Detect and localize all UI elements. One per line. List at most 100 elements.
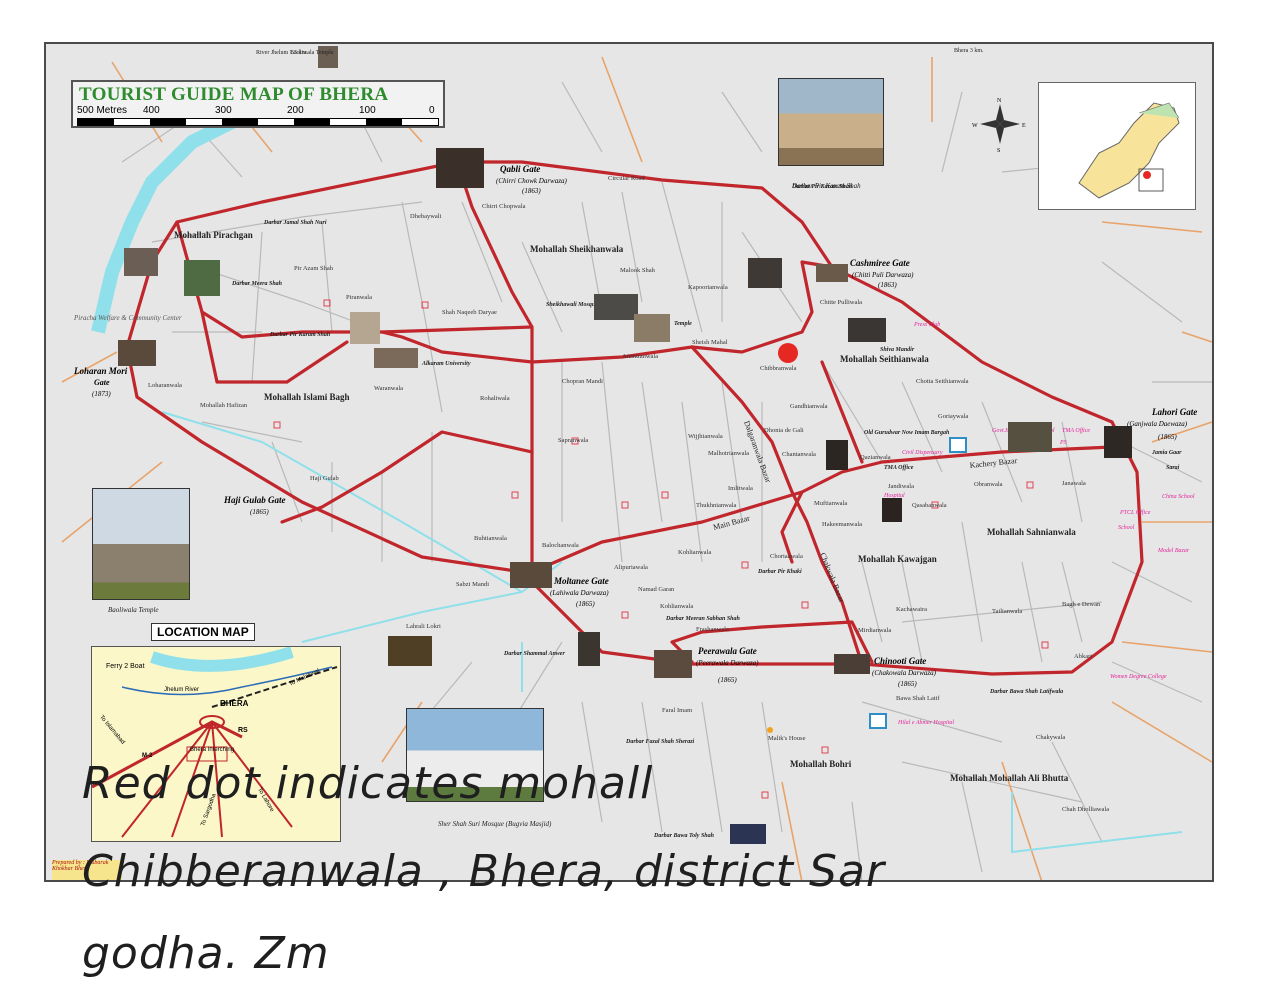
scale-label: 300 — [215, 105, 232, 116]
handwritten-line-1: Red dot indicates mohall — [82, 758, 654, 809]
mohalla-label: Mohallah Kawajgan — [858, 554, 937, 564]
scale-label: 200 — [287, 105, 304, 116]
mohalla-label: Mohallah Seithianwala — [840, 354, 929, 364]
svg-text:Civil Dispensary: Civil Dispensary — [902, 450, 943, 456]
moltanee-gate-photo[interactable] — [510, 562, 552, 588]
scale-label: 0 — [429, 105, 435, 116]
svg-text:Darbar Pir Karam Shah: Darbar Pir Karam Shah — [269, 332, 331, 338]
loharan-mori-gate-photo[interactable] — [118, 340, 156, 366]
svg-text:Kapoorianwala: Kapoorianwala — [688, 284, 728, 291]
svg-text:Loharanwala: Loharanwala — [148, 382, 182, 389]
svg-text:Muftianwala: Muftianwala — [814, 500, 847, 507]
svg-text:Bagh e Dewan: Bagh e Dewan — [1062, 601, 1101, 608]
handwritten-line-2: Chibberanwala , Bhera, district Sar — [82, 846, 886, 897]
svg-text:Baoliwala Temple: Baoliwala Temple — [290, 50, 334, 56]
lahori-gate-photo[interactable] — [1104, 426, 1132, 458]
svg-text:Frashanwala: Frashanwala — [696, 626, 729, 633]
svg-text:Goriaywala: Goriaywala — [938, 413, 968, 420]
gate-lahori-sub: (Ganjwala Daewaza) — [1127, 420, 1188, 428]
gate-lahori-name: Lahori Gate — [1151, 407, 1197, 417]
map-title-box: TOURIST GUIDE MAP OF BHERA 500 Metres 40… — [71, 80, 445, 128]
photo-caption: Sher Shah Suri Mosque (Bugvia Masjid) — [438, 820, 552, 828]
gate-peerawala-year: (1865) — [718, 676, 737, 684]
edge-notes: River Jhelum 1.5 km. Baoliwala Temple Bh… — [256, 48, 984, 56]
svg-text:Shah Naqeeb Daryae: Shah Naqeeb Daryae — [442, 309, 497, 316]
red-dot-marker[interactable] — [778, 343, 798, 363]
compass-icon: N S W E — [972, 98, 1026, 154]
mohalla-label: Mohallah Islami Bagh — [264, 392, 350, 402]
svg-text:N: N — [997, 98, 1002, 104]
svg-text:Balochanwala: Balochanwala — [542, 542, 579, 549]
mohalla-label: Mohallah Sahnianwala — [987, 527, 1076, 537]
svg-text:Alipuriawala: Alipuriawala — [614, 564, 648, 571]
svg-text:Darbar Bawa Toly Shah: Darbar Bawa Toly Shah — [653, 833, 715, 839]
gate-loharan-name: Loharan Mori — [73, 366, 128, 376]
mohalla-label: Mohallah Mohallah Ali Bhutta — [950, 773, 1069, 783]
svg-text:W: W — [972, 123, 978, 129]
svg-text:E: E — [1022, 123, 1026, 129]
svg-text:Choriaawala: Choriaawala — [770, 553, 803, 560]
qabli-gate-photo[interactable] — [436, 148, 484, 188]
gate-chinooti-year: (1865) — [898, 680, 917, 688]
svg-text:Obranwala: Obranwala — [974, 481, 1003, 488]
svg-text:Chakywala: Chakywala — [1036, 734, 1065, 741]
svg-text:Waranwala: Waranwala — [374, 385, 403, 392]
gate-qabli-name: Qabli Gate — [500, 164, 540, 174]
svg-text:Janawala: Janawala — [1062, 480, 1086, 487]
map-frame: Qabli Gate (Chirri Chowk Darwaza) (1863)… — [44, 42, 1214, 882]
cashmiree-gate-photo[interactable] — [816, 264, 848, 282]
svg-text:Shiva Mandir: Shiva Mandir — [880, 347, 915, 353]
svg-text:Kachawaira: Kachawaira — [896, 606, 927, 613]
svg-text:School: School — [1118, 525, 1135, 531]
mohalla-label: Mohallah Bohri — [790, 759, 852, 769]
svg-text:Mirdianwala: Mirdianwala — [858, 627, 891, 634]
svg-text:Darbar Meeran Sabhan Shah: Darbar Meeran Sabhan Shah — [665, 616, 741, 622]
building-icons — [767, 437, 967, 733]
svg-text:Piracha Welfare & Community Ce: Piracha Welfare & Community Center — [73, 314, 182, 322]
svg-text:Old Gurudwar Now Imam Bargah: Old Gurudwar Now Imam Bargah — [864, 430, 950, 436]
gate-haji-gulab-name: Haji Gulab Gate — [223, 495, 286, 505]
peerawala-gate-photo[interactable] — [654, 650, 692, 678]
location-map[interactable]: Ferry 2 Boat Jhelum River BHERA To Malak… — [91, 646, 341, 842]
chinooti-gate-photo[interactable] — [834, 654, 870, 674]
map-title: TOURIST GUIDE MAP OF BHERA — [79, 84, 389, 105]
darbar-photo[interactable] — [778, 78, 884, 166]
svg-text:Darbar Meera Shah: Darbar Meera Shah — [231, 281, 283, 287]
svg-text:Malik's House: Malik's House — [768, 735, 806, 742]
svg-text:Darbar Jamal Shah Nuri: Darbar Jamal Shah Nuri — [263, 220, 327, 226]
svg-text:Imlitwala: Imlitwala — [728, 485, 753, 492]
svg-text:Qazianwala: Qazianwala — [860, 454, 891, 461]
svg-text:Sapranwala: Sapranwala — [558, 437, 588, 444]
svg-text:Kachery Bazar: Kachery Bazar — [969, 456, 1018, 470]
main-roads[interactable] — [125, 160, 1144, 676]
scale-bar — [77, 118, 439, 126]
baoliwala-temple-photo[interactable] — [92, 488, 190, 600]
svg-text:Gandhianwala: Gandhianwala — [790, 403, 828, 410]
gate-qabli-sub: (Chirri Chowk Darwaza) — [496, 177, 567, 185]
svg-text:Model Bazar: Model Bazar — [1157, 548, 1190, 554]
scale-label: 400 — [143, 105, 160, 116]
svg-text:Chopran Mandi: Chopran Mandi — [562, 378, 603, 385]
photo-caption: Baoliwala Temple — [108, 606, 159, 614]
gate-peerawala-sub: (Peerawala Darwaza) — [696, 659, 759, 667]
svg-text:Circular Road: Circular Road — [608, 175, 645, 182]
location-map-title: LOCATION MAP — [151, 623, 255, 641]
svg-text:Piranwala: Piranwala — [346, 294, 372, 301]
svg-text:TMA Office: TMA Office — [884, 465, 914, 471]
svg-text:Thukhnianwala: Thukhnianwala — [696, 502, 737, 509]
pakistan-inset-map — [1038, 82, 1196, 210]
gate-moltanee-sub: (Lahiwala Darwaza) — [550, 589, 609, 597]
svg-text:Chakwala Bazar: Chakwala Bazar — [818, 551, 846, 603]
svg-text:Sarai: Sarai — [1166, 465, 1180, 471]
mohalla-label: Mohallah Pirachgan — [174, 230, 253, 240]
gate-peerawala-name: Peerawala Gate — [698, 646, 757, 656]
svg-text:Haji Gulab: Haji Gulab — [310, 475, 339, 482]
svg-text:Jamia Gaar: Jamia Gaar — [1151, 450, 1182, 456]
red-dot-street-label: Chibbranwala — [760, 365, 797, 372]
svg-text:S: S — [997, 148, 1000, 154]
svg-text:Press Club: Press Club — [913, 322, 940, 328]
svg-text:PTCL Office: PTCL Office — [1119, 509, 1151, 516]
svg-text:Tailianwala: Tailianwala — [992, 608, 1022, 615]
svg-text:Faral Imam: Faral Imam — [662, 707, 692, 714]
svg-text:Anantianwala: Anantianwala — [622, 353, 658, 360]
